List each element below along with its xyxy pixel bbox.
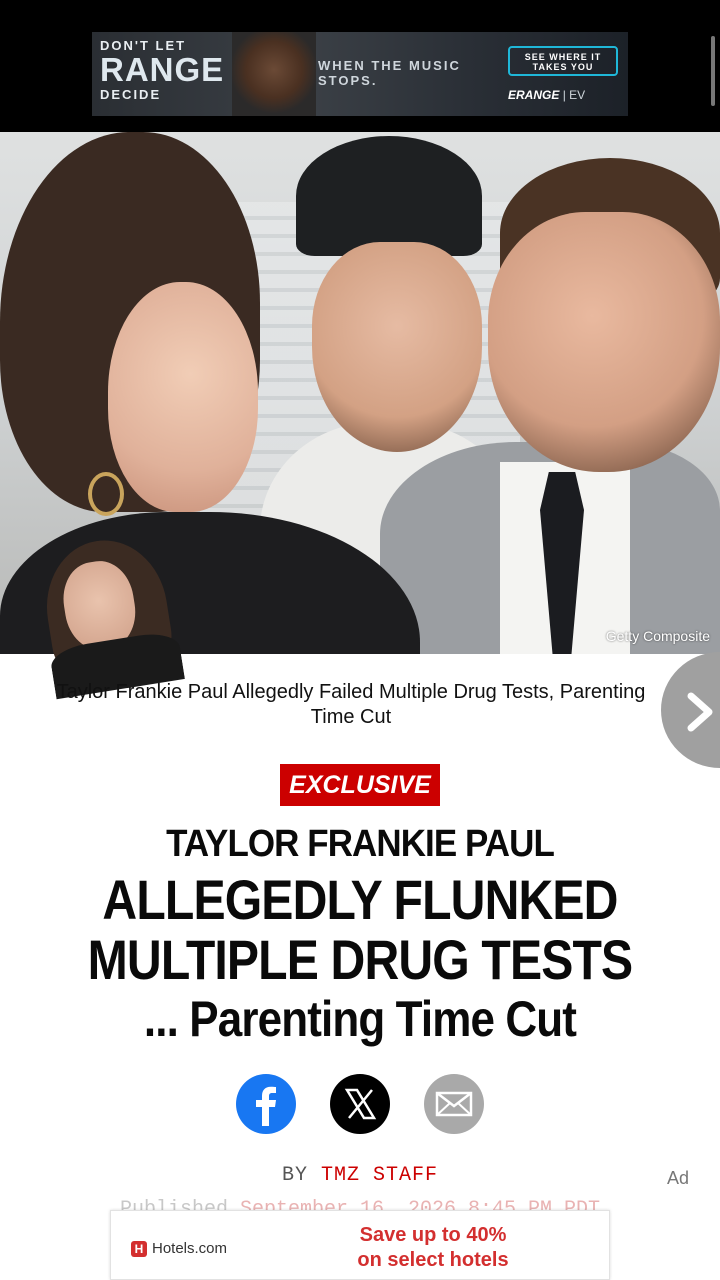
mail-icon [435,1091,473,1117]
share-email-button[interactable] [424,1074,484,1134]
headline-line-4: ... Parenting Time Cut [143,991,577,1047]
article-headline: TAYLOR FRANKIE PAUL ALLEGEDLY FLUNKED MU… [0,818,720,1048]
ad-brand-logo: ERANGE | EV [508,88,585,102]
hero-person-center-cap [296,136,482,256]
ad-line3: DECIDE [100,87,162,102]
bottom-banner-ad[interactable]: H Hotels.com Save up to 40% on select ho… [110,1210,610,1280]
hero-person-right-face [488,212,720,472]
hero-person-center-face [312,242,482,452]
hero-caption: Taylor Frankie Paul Allegedly Failed Mul… [56,681,646,728]
top-banner-ad[interactable]: DON'T LET RANGE DECIDE WHEN THE MUSIC ST… [92,32,628,116]
exclusive-badge-label: EXCLUSIVE [289,770,431,799]
article-page: DON'T LET RANGE DECIDE WHEN THE MUSIC ST… [0,0,720,1280]
headline-line-2: ALLEGEDLY FLUNKED [102,868,618,931]
ad-cta-button[interactable]: SEE WHERE IT TAKES YOU [508,46,618,76]
photo-credit: Getty Composite [605,628,710,644]
hotels-logo: H Hotels.com [131,1240,227,1257]
headline-line-3: MULTIPLE DRUG TESTS [87,928,633,991]
byline: BY TMZ STAFF [0,1164,720,1187]
hero-person-left-face [108,282,258,512]
hotels-offer-line1: Save up to 40% [359,1224,507,1246]
ad-tagline: WHEN THE MUSIC STOPS. [318,58,461,88]
x-icon [344,1088,377,1120]
hotels-offer: Save up to 40% on select hotels [333,1223,533,1273]
chevron-right-icon [687,692,713,732]
exclusive-badge: EXCLUSIVE [280,764,440,806]
pip-video-overlay[interactable] [33,531,185,700]
share-x-button[interactable] [330,1074,390,1134]
scrollbar-thumb[interactable] [711,36,715,106]
ad-brand-suffix: | EV [562,88,586,102]
hotels-offer-line2: on select hotels [357,1249,509,1271]
hotels-h-icon: H [131,1240,147,1257]
ad-label: Ad [667,1168,690,1188]
byline-author-link[interactable]: TMZ STAFF [321,1164,438,1187]
hero-person-left-earring [88,472,124,516]
facebook-icon [256,1086,276,1126]
ad-headline: DON'T LET RANGE DECIDE [100,38,224,102]
next-slide-button[interactable] [661,652,720,768]
byline-prefix: BY [281,1164,308,1187]
ad-brand-name: ERANGE [508,88,560,102]
top-ad-container: DON'T LET RANGE DECIDE WHEN THE MUSIC ST… [0,0,720,132]
headline-line-1: TAYLOR FRANKIE PAUL [166,823,555,865]
ad-photo [232,32,316,116]
ad-line2: RANGE [100,51,225,88]
share-facebook-button[interactable] [236,1074,296,1134]
hotels-brand-name: Hotels.com [152,1240,228,1257]
